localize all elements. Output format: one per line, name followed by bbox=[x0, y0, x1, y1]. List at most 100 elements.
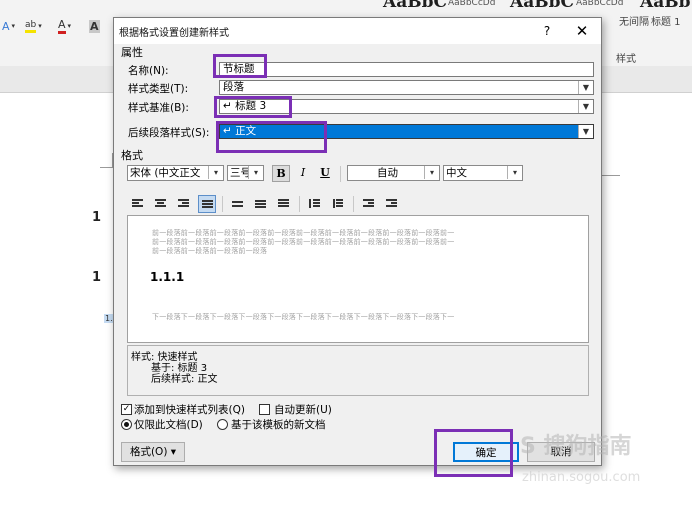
font-value: 宋体 (中文正文 bbox=[130, 167, 201, 179]
space-after-button[interactable] bbox=[329, 195, 347, 213]
language-select[interactable]: 中文 ▾ bbox=[443, 165, 523, 181]
font-color-icon: A bbox=[58, 18, 66, 34]
highlight-box-ok bbox=[434, 429, 513, 477]
highlight-box-next-style bbox=[216, 121, 327, 153]
highlight-icon: ab bbox=[25, 20, 37, 33]
increase-indent-button[interactable] bbox=[383, 195, 401, 213]
template-radio[interactable] bbox=[217, 419, 228, 430]
align-right-icon bbox=[178, 199, 189, 208]
next-style-label: 后续段落样式(S): bbox=[128, 127, 210, 139]
preview-previous-paragraph: 前一段落前一段落前一段落前一段落 bbox=[152, 247, 268, 255]
highlight-box-name bbox=[213, 54, 267, 78]
dialog-titlebar[interactable]: 根据格式设置创建新样式 ? ✕ bbox=[114, 18, 601, 44]
separator bbox=[299, 196, 300, 212]
doc-heading-marker-1[interactable]: 1 bbox=[92, 210, 101, 225]
single-spacing-button[interactable] bbox=[229, 195, 247, 213]
chevron-down-icon: ▼ bbox=[578, 125, 593, 138]
create-style-dialog: 根据格式设置创建新样式 ? ✕ 属性 名称(N): 节标题 样式类型(T): 段… bbox=[113, 17, 602, 466]
underline-button[interactable]: U bbox=[316, 165, 334, 182]
watermark-url: zhinan.sogou.com bbox=[522, 470, 641, 485]
space-before-button[interactable] bbox=[306, 195, 324, 213]
styles-group-label: 样式 bbox=[616, 54, 636, 65]
properties-section-title: 属性 bbox=[121, 46, 143, 59]
format-menu-button[interactable]: 格式(O) ▾ bbox=[121, 442, 185, 462]
preview-next-paragraph: 下一段落下一段落下一段落下一段落下一段落下一段落下一段落下一段落下一段落下一段落… bbox=[152, 313, 455, 321]
style-type-label: 样式类型(T): bbox=[128, 83, 189, 95]
style-preview-pane: 前一段落前一段落前一段落前一段落前一段落前一段落前一段落前一段落前一段落前一段落… bbox=[127, 215, 589, 343]
increase-indent-icon bbox=[386, 199, 397, 208]
name-label: 名称(N): bbox=[128, 65, 169, 77]
font-size-select[interactable]: 三号 ▾ bbox=[227, 165, 264, 181]
font-select[interactable]: 宋体 (中文正文 ▾ bbox=[127, 165, 224, 181]
based-on-label: 样式基准(B): bbox=[128, 102, 189, 114]
only-this-doc-radio[interactable] bbox=[121, 419, 132, 430]
separator bbox=[353, 196, 354, 212]
separator bbox=[340, 166, 341, 182]
chevron-down-icon: ▾ bbox=[11, 22, 16, 30]
dialog-title: 根据格式设置创建新样式 bbox=[119, 28, 229, 39]
text-effects-icon: A bbox=[2, 19, 10, 33]
bold-button[interactable]: B bbox=[272, 165, 290, 182]
style-type-value: 段落 bbox=[223, 81, 244, 93]
align-right-button[interactable] bbox=[175, 195, 193, 213]
highlight-box-based-on bbox=[214, 96, 292, 118]
chevron-down-icon: ▼ bbox=[578, 81, 593, 94]
double-spacing-icon bbox=[278, 199, 289, 208]
align-center-button[interactable] bbox=[152, 195, 170, 213]
decrease-indent-icon bbox=[363, 199, 374, 208]
style-gallery-item-3[interactable]: AaBbC bbox=[510, 0, 574, 12]
single-spacing-icon bbox=[232, 199, 243, 208]
space-after-icon bbox=[332, 199, 343, 208]
chevron-down-icon: ▾ bbox=[67, 22, 72, 30]
decrease-indent-button[interactable] bbox=[360, 195, 378, 213]
chevron-down-icon: ▾ bbox=[38, 22, 42, 30]
one-half-spacing-icon bbox=[255, 199, 266, 208]
style-gallery-item-5[interactable]: AaBb bbox=[640, 0, 690, 12]
style-name-5: 标题 1 bbox=[651, 17, 681, 28]
text-effects-button[interactable]: A ▾ bbox=[2, 17, 15, 35]
style-type-select[interactable]: 段落 ▼ bbox=[219, 80, 594, 95]
auto-update-label[interactable]: 自动更新(U) bbox=[274, 402, 332, 417]
close-button[interactable]: ✕ bbox=[568, 20, 596, 42]
align-left-button[interactable] bbox=[129, 195, 147, 213]
justify-button[interactable] bbox=[198, 195, 216, 213]
style-description: 样式: 快速样式 基于: 标题 3 后续样式: 正文 bbox=[127, 345, 589, 396]
chevron-down-icon: ▾ bbox=[424, 166, 439, 179]
chevron-down-icon: ▾ bbox=[248, 166, 263, 179]
char-shading-icon: A bbox=[89, 19, 100, 33]
space-before-icon bbox=[309, 199, 320, 208]
only-this-doc-label[interactable]: 仅限此文档(D) bbox=[134, 417, 203, 432]
add-quick-style-label[interactable]: 添加到快速样式列表(Q) bbox=[134, 402, 245, 417]
highlight-button[interactable]: ab ▾ bbox=[25, 17, 42, 35]
template-label[interactable]: 基于该模板的新文档 bbox=[231, 417, 326, 432]
help-button[interactable]: ? bbox=[534, 20, 560, 42]
style-name-4: 无间隔 bbox=[619, 17, 649, 28]
preview-sample-text: 1.1.1 bbox=[150, 270, 185, 284]
page-margin-line bbox=[600, 175, 620, 176]
page-corner-marker bbox=[100, 153, 113, 168]
add-quick-style-checkbox[interactable]: ✓ bbox=[121, 404, 132, 415]
one-half-spacing-button[interactable] bbox=[252, 195, 270, 213]
style-gallery-item-1[interactable]: AaBbC bbox=[383, 0, 447, 12]
style-gallery-item-2[interactable]: AaBbCcDd bbox=[448, 0, 495, 8]
font-color-select[interactable]: 自动 ▾ bbox=[347, 165, 440, 181]
double-spacing-button[interactable] bbox=[275, 195, 293, 213]
auto-update-checkbox[interactable] bbox=[259, 404, 270, 415]
font-color-value: 自动 bbox=[377, 167, 398, 179]
justify-icon bbox=[202, 200, 213, 209]
language-value: 中文 bbox=[446, 167, 467, 179]
italic-button[interactable]: I bbox=[294, 165, 312, 182]
separator bbox=[222, 196, 223, 212]
style-gallery-item-4[interactable]: AaBbCcDd bbox=[576, 0, 623, 8]
watermark-logo: S 搜狗指南 bbox=[520, 434, 632, 459]
chevron-down-icon: ▾ bbox=[507, 166, 522, 179]
font-color-button[interactable]: A ▾ bbox=[58, 17, 71, 35]
name-field[interactable]: 节标题 bbox=[219, 62, 594, 77]
doc-heading-marker-2[interactable]: 1 bbox=[92, 270, 101, 285]
align-center-icon bbox=[155, 199, 166, 208]
description-line-3: 后续样式: 正文 bbox=[151, 374, 218, 385]
char-shading-button[interactable]: A bbox=[89, 17, 100, 35]
format-section-title: 格式 bbox=[121, 149, 143, 162]
chevron-down-icon: ▾ bbox=[208, 166, 223, 179]
chevron-down-icon: ▼ bbox=[578, 100, 593, 113]
